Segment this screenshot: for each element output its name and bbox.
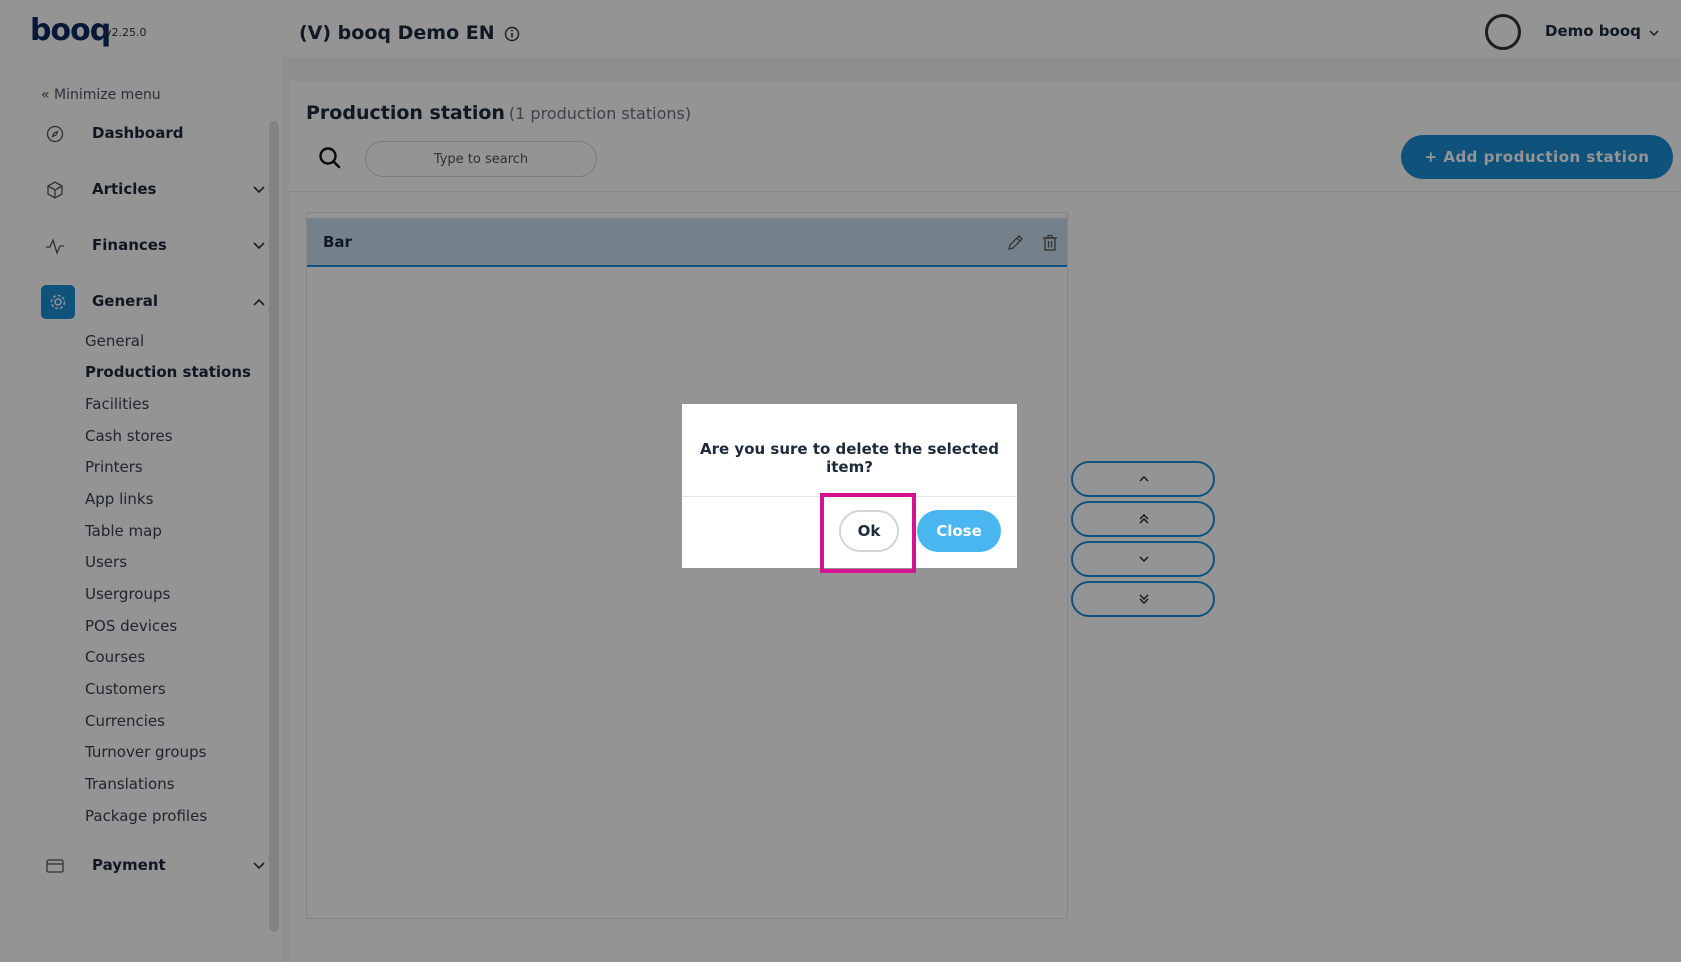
close-button[interactable]: Close <box>917 510 1001 552</box>
dialog-message: Are you sure to delete the selected item… <box>700 440 999 476</box>
click-highlight-box <box>820 493 916 573</box>
